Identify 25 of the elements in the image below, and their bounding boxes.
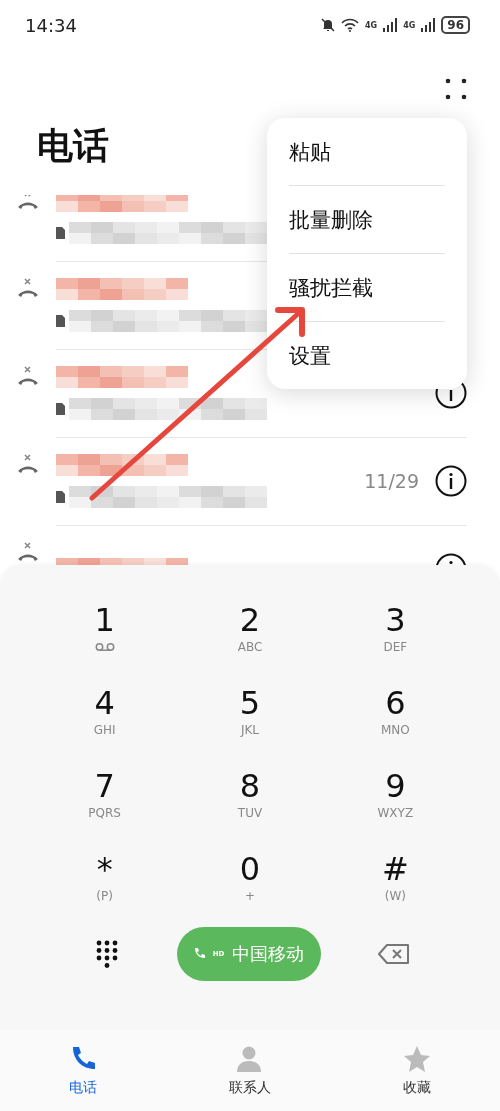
- menu-item[interactable]: 批量删除: [289, 186, 445, 254]
- dial-key[interactable]: 8 TUV: [177, 767, 323, 834]
- dial-key[interactable]: 4 GHI: [32, 684, 178, 751]
- dial-key[interactable]: 3 DEF: [322, 601, 468, 668]
- page-title: 电话: [37, 124, 109, 168]
- network-type: 4G: [365, 20, 378, 30]
- menu-item[interactable]: 骚扰拦截: [289, 254, 445, 322]
- dial-key[interactable]: 1: [32, 601, 178, 668]
- menu-item[interactable]: 粘贴: [289, 118, 445, 186]
- battery-level: 96: [441, 16, 470, 34]
- nav-tab[interactable]: 电话: [0, 1030, 167, 1111]
- status-time: 14:34: [25, 14, 77, 36]
- dial-key[interactable]: 0 +: [177, 850, 323, 917]
- dial-key[interactable]: 6 MNO: [322, 684, 468, 751]
- dial-key[interactable]: 7 PQRS: [32, 767, 178, 834]
- call-date: 11/29: [364, 469, 419, 492]
- dial-key[interactable]: * (P): [32, 850, 178, 917]
- nav-tab[interactable]: 联系人: [166, 1030, 334, 1111]
- nav-tab[interactable]: 收藏: [333, 1030, 500, 1111]
- dial-key[interactable]: # (W): [322, 850, 468, 917]
- dial-key[interactable]: 2 ABC: [177, 601, 323, 668]
- dial-key[interactable]: 9 WXYZ: [322, 767, 468, 834]
- dial-key[interactable]: 5 JKL: [177, 684, 323, 751]
- network-type: 4G: [403, 20, 416, 30]
- menu-item[interactable]: 设置: [289, 322, 445, 389]
